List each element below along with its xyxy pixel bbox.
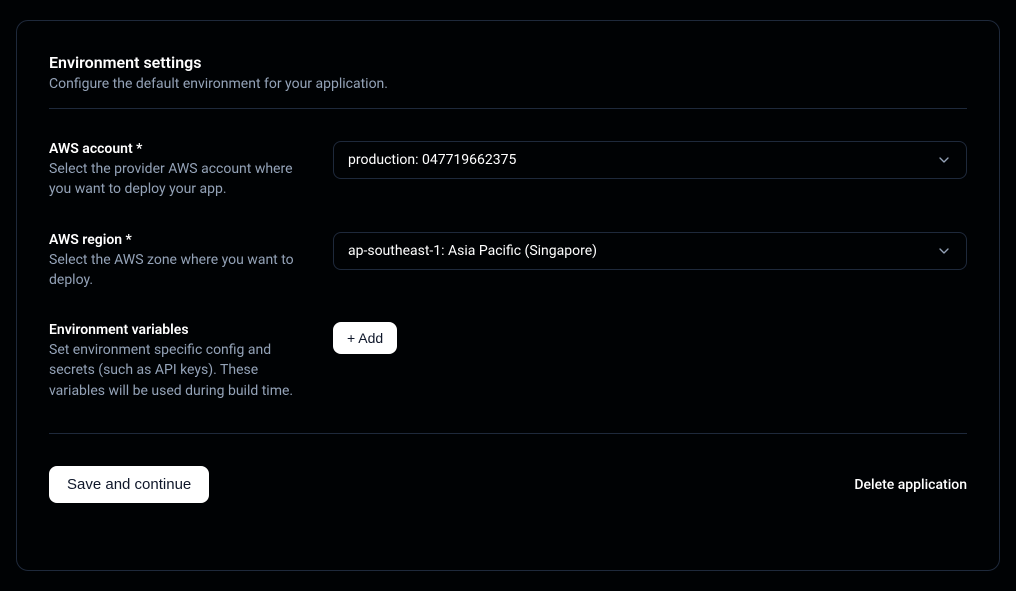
divider: [49, 433, 967, 434]
aws-region-label: AWS region *: [49, 232, 309, 248]
chevron-down-icon: [936, 152, 952, 168]
aws-region-row: AWS region * Select the AWS zone where y…: [49, 232, 967, 291]
delete-application-link[interactable]: Delete application: [854, 477, 967, 493]
env-vars-description: Set environment specific config and secr…: [49, 340, 309, 401]
action-row: Save and continue Delete application: [49, 466, 967, 503]
aws-region-select[interactable]: ap-southeast-1: Asia Pacific (Singapore): [333, 232, 967, 270]
aws-account-label: AWS account *: [49, 141, 309, 157]
divider: [49, 108, 967, 109]
env-vars-label: Environment variables: [49, 322, 309, 338]
page-title: Environment settings: [49, 53, 967, 72]
aws-account-row: AWS account * Select the provider AWS ac…: [49, 141, 967, 200]
add-env-var-button[interactable]: + Add: [333, 322, 397, 354]
save-button[interactable]: Save and continue: [49, 466, 209, 503]
env-vars-row: Environment variables Set environment sp…: [49, 322, 967, 401]
chevron-down-icon: [936, 243, 952, 259]
aws-account-description: Select the provider AWS account where yo…: [49, 159, 309, 200]
environment-settings-panel: Environment settings Configure the defau…: [16, 20, 1000, 571]
page-subtitle: Configure the default environment for yo…: [49, 76, 967, 92]
aws-region-value: ap-southeast-1: Asia Pacific (Singapore): [348, 243, 597, 259]
aws-account-value: production: 047719662375: [348, 152, 516, 168]
aws-account-select[interactable]: production: 047719662375: [333, 141, 967, 179]
aws-region-description: Select the AWS zone where you want to de…: [49, 250, 309, 291]
